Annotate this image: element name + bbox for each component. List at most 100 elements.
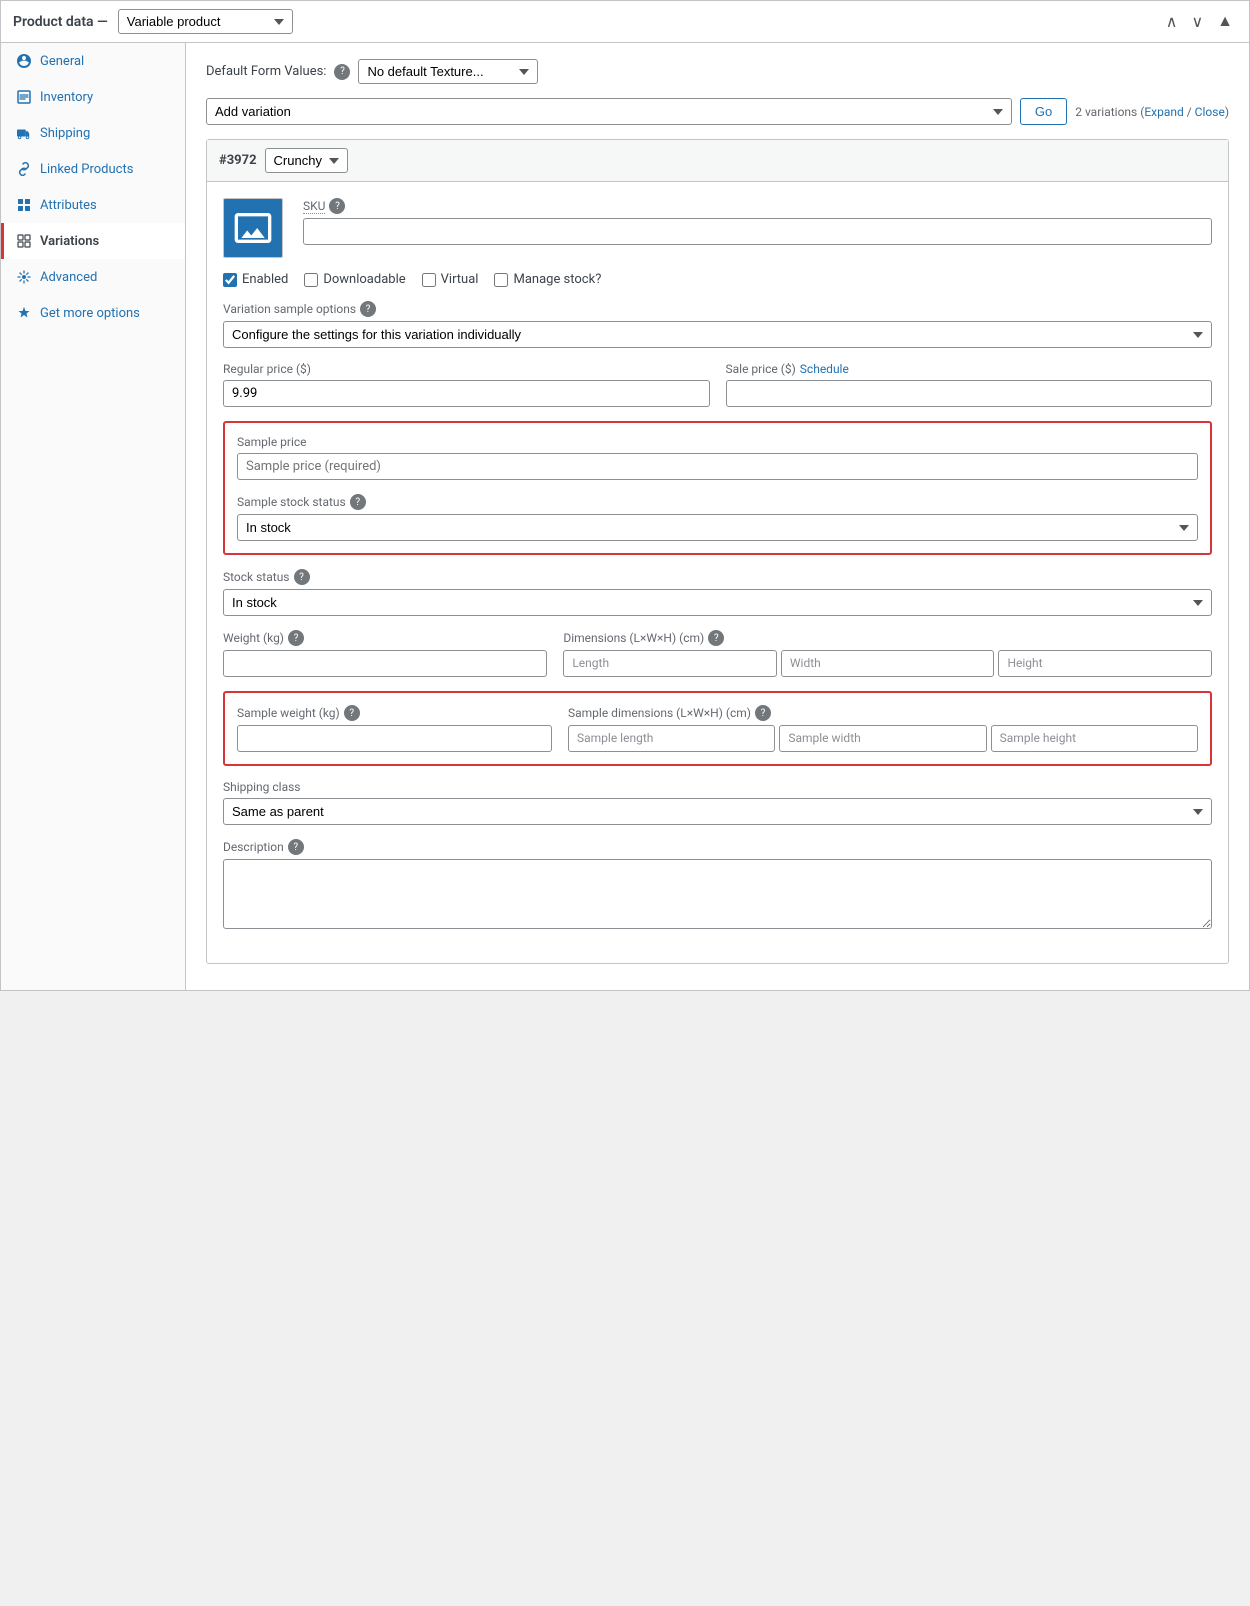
sidebar-item-label-inventory: Inventory [40, 90, 93, 105]
weight-field: Weight (kg) ? [223, 630, 547, 677]
downloadable-checkbox[interactable] [304, 273, 318, 287]
variation-item: #3972 Crunchy [206, 139, 1229, 964]
sample-price-field: Sample price [237, 435, 1198, 480]
dimensions-label: Dimensions (L×W×H) (cm) [563, 631, 704, 645]
sample-stock-help-icon[interactable]: ? [350, 494, 366, 510]
sample-weight-dims-row: Sample weight (kg) ? Sample dimensions (… [237, 705, 1198, 752]
enabled-label: Enabled [242, 272, 288, 287]
variations-count: 2 variations (Expand / Close) [1075, 105, 1229, 119]
virtual-label: Virtual [441, 272, 479, 287]
sale-price-label-row: Sale price ($) Schedule [726, 362, 1213, 376]
sample-height-input[interactable] [991, 725, 1198, 752]
sample-dimensions-field: Sample dimensions (L×W×H) (cm) ? [568, 705, 1198, 752]
go-button[interactable]: Go [1020, 98, 1067, 125]
product-data-body: General Inventory Shipping Linked Produc… [1, 43, 1249, 990]
sidebar-item-label-shipping: Shipping [40, 126, 90, 141]
length-input[interactable] [563, 650, 777, 677]
sample-price-label-row: Sample price [237, 435, 1198, 449]
sidebar-item-attributes[interactable]: Attributes [1, 187, 185, 223]
sidebar-item-inventory[interactable]: Inventory [1, 79, 185, 115]
product-type-select[interactable]: Variable product Simple product Grouped … [118, 9, 293, 34]
sale-price-field: Sale price ($) Schedule [726, 362, 1213, 407]
manage-stock-checkbox-label[interactable]: Manage stock? [494, 272, 601, 287]
nav-collapse-button[interactable]: ▲ [1213, 11, 1237, 33]
dimensions-help-icon[interactable]: ? [708, 630, 724, 646]
downloadable-label: Downloadable [323, 272, 405, 287]
inventory-icon [16, 89, 32, 105]
sidebar-item-label-get-more-options: Get more options [40, 306, 140, 321]
sidebar-item-label-general: General [40, 54, 84, 69]
manage-stock-label: Manage stock? [513, 272, 601, 287]
stock-status-select[interactable]: In stock Out of stock On backorder [223, 589, 1212, 616]
advanced-icon [16, 269, 32, 285]
virtual-checkbox-label[interactable]: Virtual [422, 272, 479, 287]
sidebar-item-label-variations: Variations [40, 234, 99, 249]
downloadable-checkbox-label[interactable]: Downloadable [304, 272, 405, 287]
sidebar-item-shipping[interactable]: Shipping [1, 115, 185, 151]
width-input[interactable] [781, 650, 995, 677]
enabled-checkbox-label[interactable]: Enabled [223, 272, 288, 287]
sample-weight-dims-section: Sample weight (kg) ? Sample dimensions (… [223, 691, 1212, 766]
sidebar-item-get-more-options[interactable]: Get more options [1, 295, 185, 331]
sample-price-input[interactable] [237, 453, 1198, 480]
sample-weight-help-icon[interactable]: ? [344, 705, 360, 721]
weight-input[interactable] [223, 650, 547, 677]
sidebar-item-advanced[interactable]: Advanced [1, 259, 185, 295]
height-input[interactable] [998, 650, 1212, 677]
manage-stock-checkbox[interactable] [494, 273, 508, 287]
sidebar-item-label-linked-products: Linked Products [40, 162, 133, 177]
variation-sample-field: Variation sample options ? Configure the… [223, 301, 1212, 348]
description-help-icon[interactable]: ? [288, 839, 304, 855]
variation-header: #3972 Crunchy [207, 140, 1228, 182]
weight-help-icon[interactable]: ? [288, 630, 304, 646]
close-link[interactable]: Close [1195, 105, 1225, 119]
sale-price-label: Sale price ($) [726, 362, 796, 376]
schedule-link[interactable]: Schedule [800, 362, 849, 376]
enabled-checkbox[interactable] [223, 273, 237, 287]
default-form-select[interactable]: No default Texture... [358, 59, 538, 84]
product-data-header: Product data — Variable product Simple p… [1, 1, 1249, 43]
sale-price-input[interactable] [726, 380, 1213, 407]
sample-stock-label-row: Sample stock status ? [237, 494, 1198, 510]
sidebar-item-linked-products[interactable]: Linked Products [1, 151, 185, 187]
variation-image[interactable] [223, 198, 283, 258]
attributes-icon [16, 197, 32, 213]
default-form-help-icon[interactable]: ? [334, 64, 350, 80]
nav-down-button[interactable]: ∨ [1187, 10, 1207, 34]
add-variation-select[interactable]: Add variation [206, 98, 1012, 125]
stock-status-help-icon[interactable]: ? [294, 569, 310, 585]
regular-price-input[interactable] [223, 380, 710, 407]
variation-sample-select[interactable]: Configure the settings for this variatio… [223, 321, 1212, 348]
sample-dimensions-help-icon[interactable]: ? [755, 705, 771, 721]
sample-length-input[interactable] [568, 725, 775, 752]
sidebar-item-variations[interactable]: Variations [1, 223, 185, 259]
sidebar-item-general[interactable]: General [1, 43, 185, 79]
nav-up-button[interactable]: ∧ [1162, 10, 1182, 34]
shipping-class-field: Shipping class Same as parent No shippin… [223, 780, 1212, 825]
sample-stock-field: Sample stock status ? In stock Out of st… [237, 494, 1198, 541]
sample-weight-input[interactable] [237, 725, 552, 752]
image-sku-row: SKU ? [223, 198, 1212, 258]
weight-label: Weight (kg) [223, 631, 284, 645]
get-more-options-icon [16, 305, 32, 321]
expand-link[interactable]: Expand [1144, 105, 1183, 119]
dimensions-field: Dimensions (L×W×H) (cm) ? [563, 630, 1212, 677]
description-textarea[interactable] [223, 859, 1212, 929]
sku-label-row: SKU ? [303, 198, 1212, 214]
weight-label-row: Weight (kg) ? [223, 630, 547, 646]
variation-sample-help-icon[interactable]: ? [360, 301, 376, 317]
sample-width-input[interactable] [779, 725, 986, 752]
shipping-class-label: Shipping class [223, 780, 301, 794]
sidebar-item-label-advanced: Advanced [40, 270, 97, 285]
virtual-checkbox[interactable] [422, 273, 436, 287]
sku-input[interactable] [303, 218, 1212, 245]
general-icon [16, 53, 32, 69]
weight-dims-row: Weight (kg) ? Dimensions (L×W×H) (cm) ? [223, 630, 1212, 677]
header-right: ∧ ∨ ▲ [1162, 10, 1237, 34]
header-left: Product data — Variable product Simple p… [13, 9, 293, 34]
sample-stock-select[interactable]: In stock Out of stock On backorder [237, 514, 1198, 541]
sku-help-icon[interactable]: ? [329, 198, 345, 214]
sku-label: SKU [303, 199, 325, 214]
variation-name-select[interactable]: Crunchy [265, 148, 348, 173]
shipping-class-select[interactable]: Same as parent No shipping class [223, 798, 1212, 825]
